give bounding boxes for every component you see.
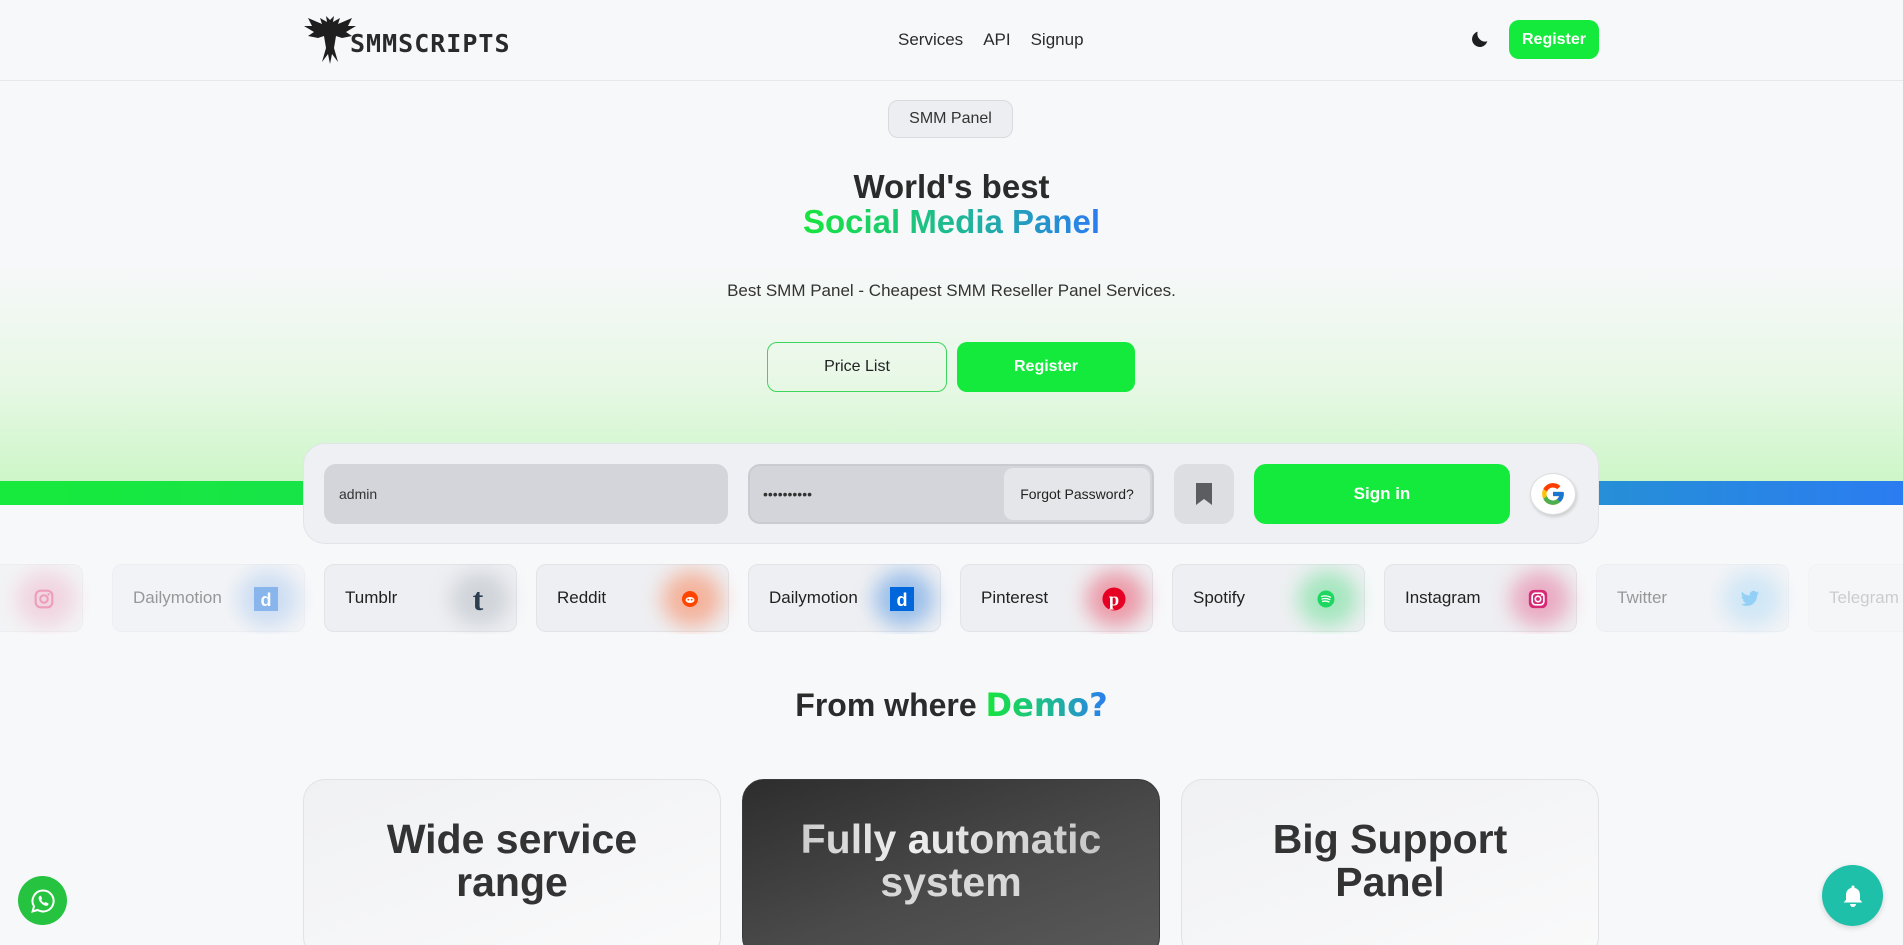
card-title-line2: range: [456, 859, 568, 905]
instagram-icon: [32, 587, 56, 611]
forgot-password-button[interactable]: Forgot Password?: [1004, 468, 1150, 520]
feature-card-support: Big Support Panel: [1181, 779, 1599, 945]
card-title-line1: Big Support: [1272, 816, 1508, 862]
password-input[interactable]: [750, 466, 1000, 522]
svg-text:d: d: [261, 590, 272, 610]
feature-card-wide-service: Wide service range: [303, 779, 721, 945]
price-list-button[interactable]: Price List: [767, 342, 947, 392]
svg-text:d: d: [897, 590, 908, 610]
dailymotion-icon: d: [890, 587, 914, 611]
bookmark-icon: [1196, 483, 1212, 505]
platform-card[interactable]: Tumblr t: [324, 564, 517, 632]
card-title-line1: Fully automatic: [743, 818, 1159, 861]
pinterest-icon: p: [1102, 587, 1126, 611]
whatsapp-button[interactable]: [18, 876, 67, 925]
instagram-icon: [1526, 587, 1550, 611]
header-register-button[interactable]: Register: [1509, 20, 1599, 59]
platform-card[interactable]: Dailymotion d: [748, 564, 941, 632]
nav-api[interactable]: API: [983, 30, 1010, 50]
demo-title-highlight: Demo?: [985, 686, 1108, 724]
platform-card[interactable]: Dailymotion d: [112, 564, 305, 632]
username-input[interactable]: [324, 464, 728, 524]
sign-in-button[interactable]: Sign in: [1254, 464, 1510, 524]
bell-icon: [1843, 885, 1862, 907]
demo-title-plain: From where: [795, 687, 977, 723]
platform-name: Dailymotion: [769, 588, 858, 607]
google-login-button[interactable]: [1530, 473, 1576, 515]
platform-name: Pinterest: [981, 588, 1049, 607]
platform-card[interactable]: Reddit: [536, 564, 729, 632]
platform-name: Telegram: [1829, 588, 1899, 607]
hero-title-highlight: Social Media Panel: [802, 203, 1101, 240]
reddit-icon: [678, 587, 702, 611]
platform-name: Instagram: [1405, 588, 1481, 607]
whatsapp-icon: [30, 888, 55, 913]
google-icon: [1542, 483, 1564, 505]
card-title-line1: Wide service: [386, 816, 638, 862]
logo[interactable]: SMMSCRIPTS: [302, 14, 511, 66]
main-nav: Services API Signup: [898, 30, 1084, 50]
notification-button[interactable]: [1822, 865, 1883, 926]
platform-name: Twitter: [1617, 588, 1668, 607]
platform-card[interactable]: Spotify: [1172, 564, 1365, 632]
svg-text:p: p: [1109, 589, 1119, 609]
platform-card[interactable]: [0, 564, 83, 632]
feature-card-automatic: Fully automatic system: [742, 779, 1160, 945]
password-field: Forgot Password?: [748, 464, 1154, 524]
smm-panel-badge: SMM Panel: [888, 100, 1013, 138]
platform-name: Dailymotion: [133, 588, 222, 607]
hero-title-line1: World's best: [853, 168, 1050, 205]
logo-text: SMMSCRIPTS: [350, 29, 511, 58]
nav-services[interactable]: Services: [898, 30, 963, 50]
tumblr-icon: t: [466, 585, 490, 613]
platform-card[interactable]: Telegram: [1808, 564, 1903, 632]
demo-section-title: From where Demo?: [0, 686, 1903, 724]
top-header: SMMSCRIPTS Services API Signup Register: [0, 0, 1903, 81]
platform-name: Spotify: [1193, 588, 1245, 607]
spotify-icon: [1314, 587, 1338, 611]
hero-register-button[interactable]: Register: [957, 342, 1135, 392]
svg-text:t: t: [473, 585, 484, 613]
hero-title-line2: Social Media Panel: [0, 204, 1903, 240]
platform-name: Tumblr: [345, 588, 398, 607]
platform-card[interactable]: Instagram: [1384, 564, 1577, 632]
hero-subtitle: Best SMM Panel - Cheapest SMM Reseller P…: [727, 281, 1176, 300]
nav-signup[interactable]: Signup: [1031, 30, 1084, 50]
login-form: Forgot Password? Sign in: [303, 443, 1599, 544]
platform-name: Reddit: [557, 588, 607, 607]
remember-me-button[interactable]: [1174, 464, 1234, 524]
platforms-carousel: Dailymotion d Tumblr t Reddit Dailymotio…: [0, 564, 1903, 634]
platform-card[interactable]: Pinterest p: [960, 564, 1153, 632]
dark-mode-moon-icon[interactable]: [1469, 28, 1491, 50]
dailymotion-icon: d: [254, 587, 278, 611]
platform-card[interactable]: Twitter: [1596, 564, 1789, 632]
card-title-line2: system: [880, 859, 1022, 905]
card-title-line2: Panel: [1335, 859, 1445, 905]
twitter-icon: [1738, 587, 1762, 611]
